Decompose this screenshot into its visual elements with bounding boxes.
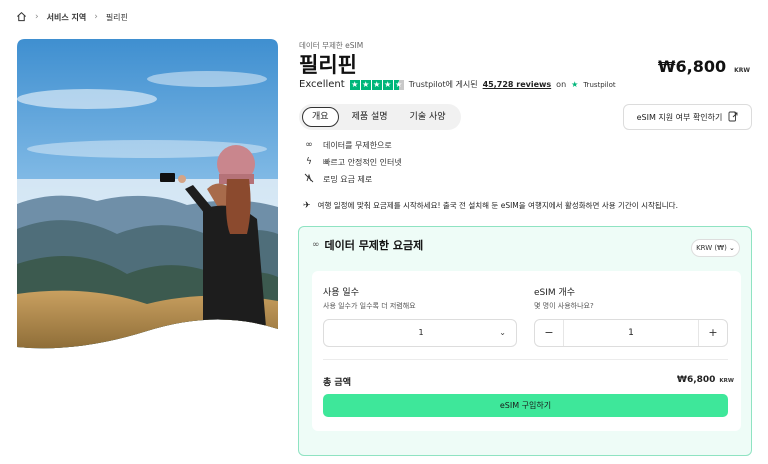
chevron-down-icon: ⌄ — [499, 328, 506, 337]
on-text: on — [556, 80, 567, 89]
days-hint: 사용 일수가 일수록 더 저렴해요 — [323, 302, 416, 310]
plan-title: ∞ 데이터 무제한 요금제 — [312, 237, 423, 253]
feature-text: 빠르고 안정적인 인터넷 — [323, 157, 402, 167]
tab-product-description[interactable]: 제품 설명 — [343, 107, 397, 127]
plan-card: ∞ 데이터 무제한 요금제 KRW (₩) ⌄ 사용 일수 사용 일수가 일수록… — [298, 226, 752, 456]
trustpilot-logo-icon: ★ — [571, 80, 579, 89]
infinity-icon: ∞ — [305, 140, 313, 150]
feature-text: 로밍 요금 제로 — [323, 174, 373, 184]
star-icon: ★ — [360, 79, 371, 90]
plan-options: 사용 일수 사용 일수가 일수록 더 저렴해요 eSIM 개수 몇 명이 사용하… — [312, 271, 741, 431]
feature-item: ϟ 빠르고 안정적인 인터넷 — [303, 155, 402, 169]
page-title: 필리핀 — [299, 53, 357, 77]
esim-count-label: eSIM 개수 — [534, 288, 576, 298]
days-select[interactable]: 1 ⌄ — [323, 319, 517, 347]
divider — [323, 359, 728, 360]
breadcrumb: › 서비스 지역 › 필리핀 — [16, 10, 128, 24]
breadcrumb-service-area[interactable]: 서비스 지역 — [47, 12, 87, 23]
plane-icon: ✈ — [303, 200, 311, 211]
currency-select[interactable]: KRW (₩) ⌄ — [691, 239, 740, 257]
trustpilot-name: Trustpilot — [583, 80, 616, 89]
tab-bar: 개요 제품 설명 기술 사양 — [299, 104, 461, 130]
tab-overview[interactable]: 개요 — [302, 107, 339, 127]
price-amount: ₩6,800 — [657, 57, 727, 76]
check-esim-compatibility-button[interactable]: eSIM 지원 여부 확인하기 — [623, 104, 752, 130]
esim-quantity-stepper: − 1 + — [534, 319, 728, 347]
notice-text: 여행 일정에 맞춰 요금제를 시작하세요! 출국 전 설치해 둔 eSIM을 여… — [317, 201, 678, 210]
chevron-down-icon: ⌄ — [729, 244, 735, 252]
chevron-right-icon: › — [35, 12, 39, 22]
product-price: ₩6,800 KRW — [658, 57, 750, 76]
feature-list: ∞ 데이터를 무제한으로 ϟ 빠르고 안정적인 인터넷 로밍 요금 제로 — [303, 138, 402, 186]
total-amount: ₩6,800 — [677, 375, 716, 385]
quantity-value[interactable]: 1 — [563, 320, 699, 346]
feature-item: 로밍 요금 제로 — [303, 172, 402, 186]
total-currency: KRW — [719, 378, 734, 384]
no-roaming-icon — [303, 173, 315, 186]
half-star-icon: ★ — [393, 79, 404, 90]
bolt-icon: ϟ — [306, 157, 312, 167]
plan-title-text: 데이터 무제한 요금제 — [324, 239, 424, 252]
currency-value: KRW (₩) — [696, 244, 727, 252]
trustpilot-rating: Excellent ★ ★ ★ ★ ★ Trustpilot에 게시된 45,7… — [299, 79, 616, 90]
buy-esim-button[interactable]: eSIM 구입하기 — [323, 394, 728, 417]
home-icon[interactable] — [16, 11, 27, 24]
days-value: 1 — [418, 328, 424, 337]
feature-text: 데이터를 무제한으로 — [323, 140, 392, 150]
star-icon: ★ — [349, 79, 360, 90]
activation-notice: ✈ 여행 일정에 맞춰 요금제를 시작하세요! 출국 전 설치해 둔 eSIM을… — [303, 200, 678, 211]
trustpilot-prefix: Trustpilot에 게시된 — [408, 80, 478, 89]
esim-count-hint: 몇 명이 사용하나요? — [534, 302, 594, 310]
chevron-right-icon: › — [94, 12, 98, 22]
total-label: 총 금액 — [323, 378, 351, 388]
tab-technical-specs[interactable]: 기술 사양 — [401, 107, 455, 127]
star-icon: ★ — [371, 79, 382, 90]
price-currency: KRW — [734, 67, 750, 74]
external-check-icon — [728, 111, 738, 124]
hero-image — [17, 39, 278, 353]
breadcrumb-current: 필리핀 — [105, 12, 128, 22]
star-icon: ★ — [382, 79, 393, 90]
total-price: ₩6,800 KRW — [677, 375, 734, 385]
check-button-label: eSIM 지원 여부 확인하기 — [636, 112, 723, 122]
reviews-link[interactable]: 45,728 reviews — [483, 80, 552, 89]
increment-button[interactable]: + — [699, 320, 727, 346]
rating-stars: ★ ★ ★ ★ ★ — [349, 79, 404, 90]
decrement-button[interactable]: − — [535, 320, 563, 346]
days-label: 사용 일수 — [323, 288, 359, 298]
feature-item: ∞ 데이터를 무제한으로 — [303, 138, 402, 152]
infinity-icon: ∞ — [312, 240, 320, 250]
rating-label: Excellent — [299, 79, 345, 90]
